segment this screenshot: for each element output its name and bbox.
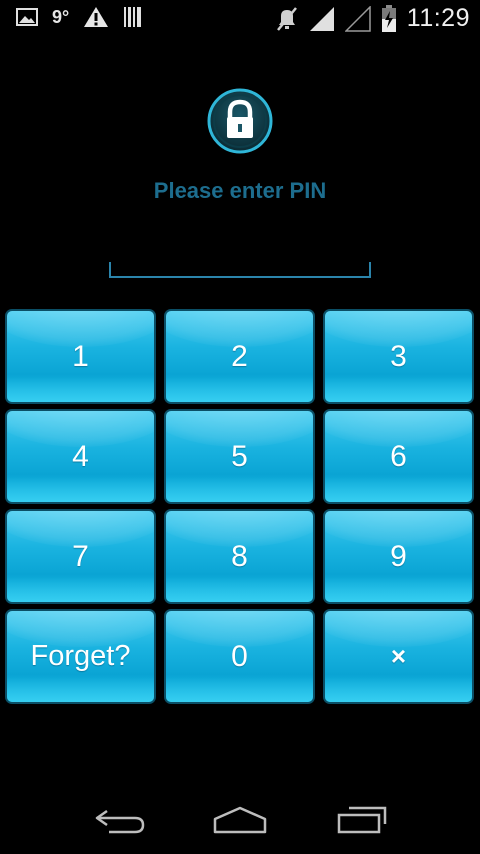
key-4[interactable]: 4 <box>5 409 156 504</box>
pin-lock-screen: 9° 11:29 Please enter PIN 1 2 3 4 5 6 7 … <box>0 0 480 854</box>
key-label: Forget? <box>30 640 131 672</box>
key-label: 5 <box>231 439 248 473</box>
back-icon <box>93 805 147 840</box>
key-label: 9 <box>390 539 407 573</box>
key-9[interactable]: 9 <box>323 509 474 604</box>
key-2[interactable]: 2 <box>164 309 315 404</box>
barcode-icon <box>123 6 143 28</box>
clock-text: 11:29 <box>406 4 470 32</box>
key-8[interactable]: 8 <box>164 509 315 604</box>
signal-icon <box>309 6 335 32</box>
key-1[interactable]: 1 <box>5 309 156 404</box>
key-3[interactable]: 3 <box>323 309 474 404</box>
recent-apps-icon <box>335 805 389 840</box>
image-icon <box>16 7 38 27</box>
key-label: 0 <box>231 639 248 673</box>
status-bar: 9° 11:29 <box>0 0 480 38</box>
home-button[interactable] <box>200 800 280 844</box>
signal-empty-icon <box>344 5 371 32</box>
key-label: 8 <box>231 539 248 573</box>
warning-icon <box>83 6 109 28</box>
lock-icon <box>207 88 273 154</box>
status-bar-notifications: 9° <box>16 6 143 28</box>
key-5[interactable]: 5 <box>164 409 315 504</box>
home-icon <box>212 805 268 840</box>
key-label: 6 <box>390 439 407 473</box>
key-label: 7 <box>72 539 89 573</box>
key-7[interactable]: 7 <box>5 509 156 604</box>
delete-icon: × <box>390 641 407 671</box>
status-bar-system: 11:29 <box>275 4 470 33</box>
pin-input[interactable] <box>109 262 371 278</box>
pin-input-value <box>111 262 369 276</box>
key-label: 4 <box>72 439 89 473</box>
mute-icon <box>275 6 299 32</box>
recent-apps-button[interactable] <box>322 800 402 844</box>
pin-keypad: 1 2 3 4 5 6 7 8 9 Forget? 0 × <box>5 309 475 704</box>
battery-icon <box>381 4 397 33</box>
key-6[interactable]: 6 <box>323 409 474 504</box>
navigation-bar <box>0 790 480 854</box>
delete-button[interactable]: × <box>323 609 474 704</box>
key-label: 3 <box>390 339 407 373</box>
key-label: 1 <box>72 339 89 373</box>
back-button[interactable] <box>80 800 160 844</box>
key-0[interactable]: 0 <box>164 609 315 704</box>
forget-pin-button[interactable]: Forget? <box>5 609 156 704</box>
key-label: 2 <box>231 339 248 373</box>
pin-prompt-text: Please enter PIN <box>153 178 327 203</box>
temperature-text: 9° <box>52 6 70 27</box>
